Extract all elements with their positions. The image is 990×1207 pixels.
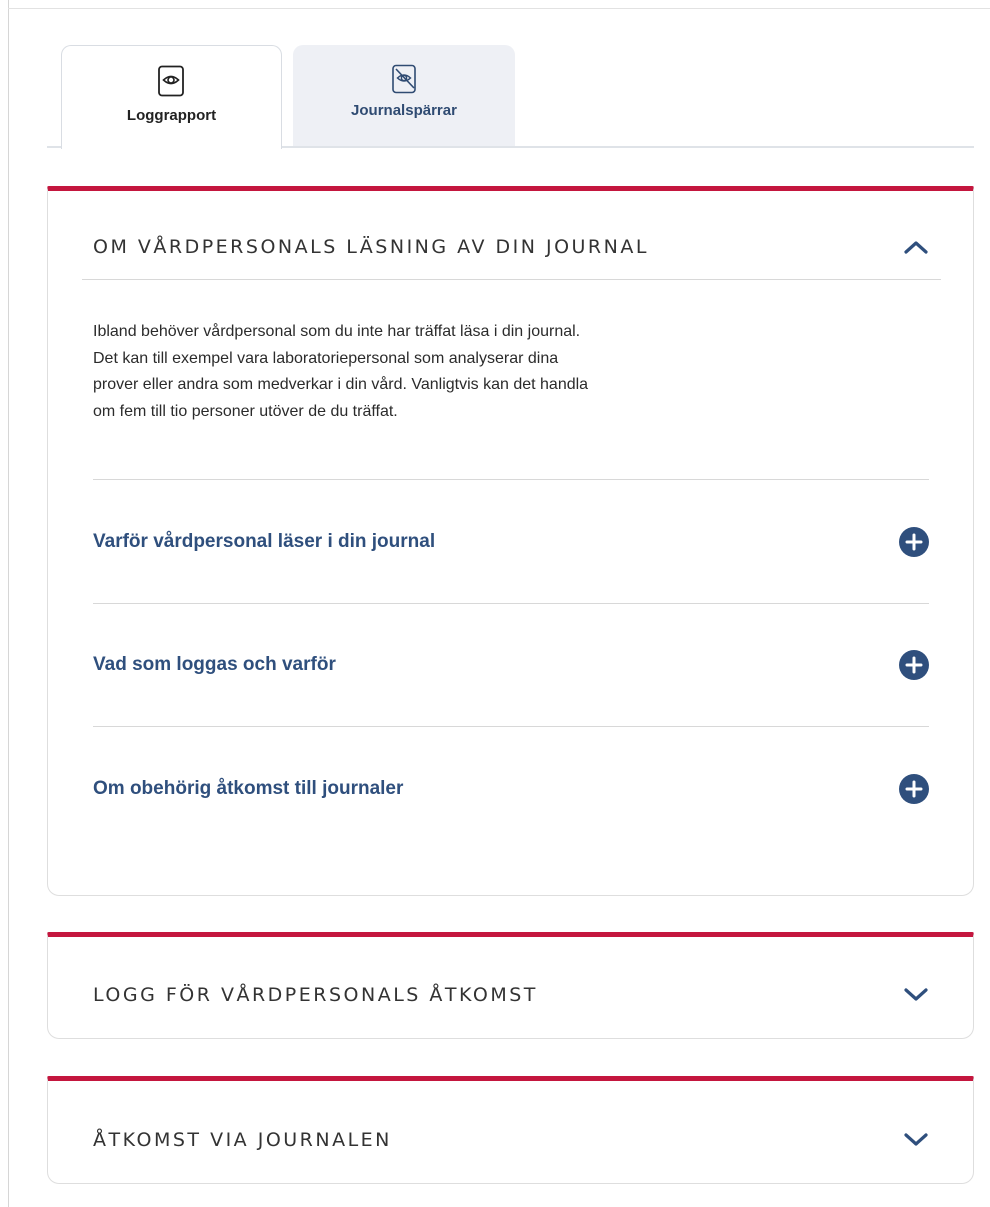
section-title: OM VÅRDPERSONALS LÄSNING AV DIN JOURNAL (93, 236, 649, 258)
tab-bar: Loggrapport Journalspärrar (47, 45, 974, 149)
section-title: ÅTKOMST VIA JOURNALEN (93, 1129, 392, 1151)
tab-journalsparrar[interactable]: Journalspärrar (293, 45, 515, 146)
eye-off-icon (392, 64, 416, 94)
subsection-divider (93, 726, 929, 727)
description-line: Ibland behöver vårdpersonal som du inte … (93, 323, 581, 340)
tab-loggrapport-label: Loggrapport (126, 107, 217, 124)
section-title: LOGG FÖR VÅRDPERSONALS ÅTKOMST (93, 984, 538, 1006)
description-line: Det kan till exempel vara laboratorieper… (93, 349, 559, 367)
section-description: Ibland behöver vårdpersonal som du inte … (93, 319, 773, 425)
frame-left-border (8, 0, 9, 1207)
subsection-divider (93, 479, 929, 480)
plus-circle-icon (899, 527, 929, 557)
subsection-om-obehorig-atkomst[interactable]: Om obehörig åtkomst till journaler (93, 771, 929, 807)
eye-icon (157, 65, 184, 97)
section-om-vardpersonals-lasning: OM VÅRDPERSONALS LÄSNING AV DIN JOURNAL … (47, 186, 974, 896)
subsection-label: Varför vårdpersonal läser i din journal (93, 531, 436, 552)
chevron-down-icon (904, 1133, 928, 1146)
plus-circle-icon (899, 650, 929, 680)
section-header[interactable]: LOGG FÖR VÅRDPERSONALS ÅTKOMST (93, 977, 929, 1013)
frame-top-border (8, 8, 990, 9)
chevron-up-icon (904, 241, 928, 254)
tab-journalsparrar-label: Journalspärrar (351, 102, 457, 119)
section-header-divider (82, 279, 941, 280)
description-line: om fem till tio personer utöver de du tr… (93, 402, 398, 420)
section-atkomst-via-journalen[interactable]: ÅTKOMST VIA JOURNALEN (47, 1076, 974, 1184)
plus-circle-icon (899, 774, 929, 804)
subsection-varfor-vardpersonal-laser[interactable]: Varför vårdpersonal läser i din journal (93, 524, 929, 560)
subsection-divider (93, 603, 929, 604)
description-line: prover eller andra som medverkar i din v… (93, 376, 589, 393)
subsection-label: Vad som loggas och varför (93, 654, 336, 675)
tab-loggrapport[interactable]: Loggrapport (61, 45, 282, 149)
section-header[interactable]: OM VÅRDPERSONALS LÄSNING AV DIN JOURNAL (93, 229, 929, 265)
subsection-label: Om obehörig åtkomst till journaler (93, 778, 404, 799)
section-header[interactable]: ÅTKOMST VIA JOURNALEN (93, 1122, 929, 1158)
subsection-vad-som-loggas[interactable]: Vad som loggas och varför (93, 647, 929, 683)
chevron-down-icon (904, 988, 928, 1001)
section-logg-for-vardpersonals-atkomst[interactable]: LOGG FÖR VÅRDPERSONALS ÅTKOMST (47, 932, 974, 1039)
